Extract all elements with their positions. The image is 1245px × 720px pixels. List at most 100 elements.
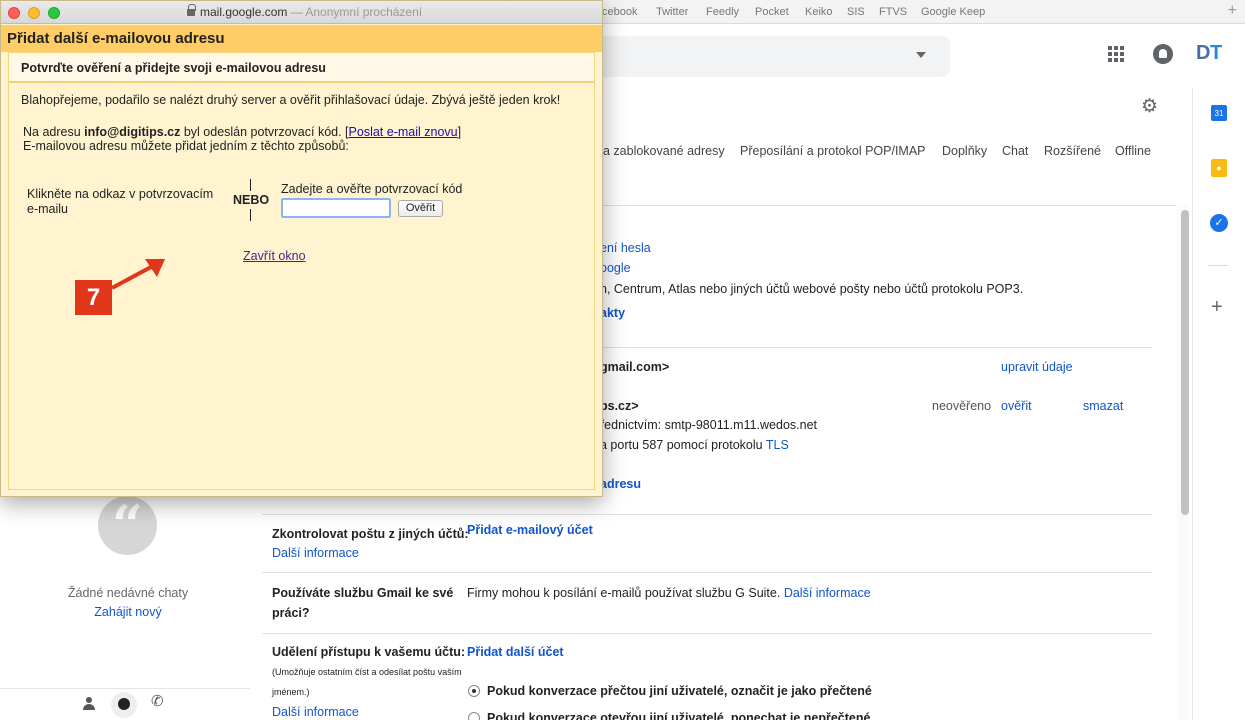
bookmark-ftvs[interactable]: FTVS	[879, 6, 907, 18]
verify-button[interactable]: Ověřit	[398, 200, 443, 217]
step-number-badge: 7	[75, 280, 112, 315]
avatar-initial-d: D	[1196, 42, 1210, 64]
tab-filters-blocked[interactable]: a zablokované adresy	[603, 144, 725, 158]
add-address-link[interactable]: adresu	[600, 477, 641, 491]
tasks-check-icon[interactable]: ✓	[1210, 214, 1228, 232]
bookmark-twitter[interactable]: Twitter	[656, 6, 688, 18]
popup-subheading: Potvrďte ověření a přidejte svoji e-mail…	[21, 61, 326, 75]
sent-email-address: info@digitips.cz	[84, 125, 181, 139]
hangouts-quote-icon	[98, 496, 157, 555]
port-info: a portu 587 pomocí protokolu TLS	[600, 438, 789, 452]
phone-icon[interactable]: ✆	[151, 694, 164, 710]
bookmark-feedly[interactable]: Feedly	[706, 6, 739, 18]
search-input[interactable]	[600, 36, 950, 77]
add-email-popup-window: mail.google.com — Anonymní procházení Př…	[0, 0, 603, 497]
tab-forwarding-pop-imap[interactable]: Přeposílání a protokol POP/IMAP	[740, 144, 926, 158]
methods-text: E-mailovou adresu můžete přidat jedním z…	[23, 139, 349, 153]
hangouts-icon[interactable]	[111, 692, 137, 718]
code-sent-prefix: Na adresu	[23, 125, 85, 139]
annotation-arrow-icon	[111, 259, 165, 290]
radio-keep-unread-label: Pokud konverzace otevřou jiní uživatelé,…	[487, 711, 871, 720]
minimize-window-button[interactable]	[28, 7, 40, 19]
tls-link[interactable]: TLS	[766, 438, 789, 452]
tab-chat[interactable]: Chat	[1002, 144, 1028, 158]
click-link-option-cont: e-mailu	[27, 202, 68, 216]
google-account-link[interactable]: oogle	[600, 261, 631, 275]
bookmarks-bar: cebook Twitter Feedly Pocket Keiko SIS F…	[600, 0, 1245, 24]
primary-address: gmail.com>	[600, 360, 670, 374]
account-avatar[interactable]: DT	[1196, 42, 1222, 65]
section-divider	[262, 514, 1152, 515]
search-options-chevron-down-icon[interactable]	[916, 52, 926, 58]
bookmark-sis[interactable]: SIS	[847, 6, 865, 18]
new-tab-plus-icon[interactable]: +	[1228, 2, 1237, 20]
add-another-account-link[interactable]: Přidat další účet	[467, 645, 564, 659]
enter-code-label: Zadejte a ověřte potvrzovací kód	[281, 182, 463, 196]
calendar-icon[interactable]: 31	[1211, 105, 1227, 121]
google-apps-grid-icon[interactable]	[1108, 46, 1125, 63]
import-contacts-link[interactable]: akty	[600, 306, 625, 320]
gsuite-text-body: Firmy mohou k posílání e-mailů používat …	[467, 586, 784, 600]
incognito-label: — Anonymní procházení	[287, 5, 423, 19]
close-window-button[interactable]	[8, 7, 20, 19]
close-window-link[interactable]: Zavřít okno	[243, 249, 306, 263]
contacts-person-icon[interactable]	[82, 697, 96, 711]
code-sent-message: Na adresu info@digitips.cz byl odeslán p…	[23, 125, 461, 139]
gsuite-more-info-link[interactable]: Další informace	[784, 586, 871, 600]
or-divider-line-bottom	[250, 209, 251, 221]
congrats-message: Blahopřejeme, podařilo se nalézt druhý s…	[21, 93, 561, 107]
radio-keep-unread[interactable]	[468, 712, 480, 720]
window-url: mail.google.com — Anonymní procházení	[200, 5, 422, 19]
tab-offline[interactable]: Offline	[1115, 144, 1151, 158]
lock-icon	[187, 4, 196, 16]
or-divider: NEBO	[233, 193, 270, 207]
bookmark-keiko[interactable]: Keiko	[805, 6, 833, 18]
gsuite-label-cont: práci?	[272, 606, 310, 620]
verification-code-input[interactable]	[281, 198, 391, 218]
import-description: n, Centrum, Atlas nebo jiných účtů webov…	[600, 282, 1024, 296]
edit-info-link[interactable]: upravit údaje	[1001, 360, 1073, 374]
verify-link[interactable]: ověřit	[1001, 399, 1032, 413]
grant-access-label: Udělení přístupu k vašemu účtu:	[272, 645, 466, 659]
smtp-info: řednictvím: smtp-98011.m11.wedos.net	[600, 418, 817, 432]
change-password-link[interactable]: ení hesla	[600, 241, 651, 255]
bracket-close: ]	[457, 125, 462, 139]
popup-title: Přidat další e-mailovou adresu	[7, 30, 225, 47]
delete-link[interactable]: smazat	[1083, 399, 1123, 413]
secondary-address: ps.cz>	[600, 399, 639, 413]
rail-divider	[1208, 265, 1228, 266]
zoom-window-button[interactable]	[48, 7, 60, 19]
add-mail-account-link[interactable]: Přidat e-mailový účet	[467, 523, 593, 537]
radio-mark-read[interactable]	[468, 685, 480, 697]
grant-access-note: (Umožňuje ostatním číst a odesílat poštu…	[272, 667, 462, 677]
port-info-text: a portu 587 pomocí protokolu	[600, 438, 766, 452]
grant-access-note-cont: jménem.)	[272, 687, 310, 697]
chat-empty-text: Žádné nedávné chaty	[67, 586, 189, 600]
radio-mark-read-label: Pokud konverzace přečtou jiní uživatelé,…	[487, 684, 872, 698]
tab-advanced[interactable]: Rozšířené	[1044, 144, 1101, 158]
keep-lightbulb-icon[interactable]: ●	[1211, 159, 1227, 177]
scrollbar-thumb[interactable]	[1181, 210, 1189, 515]
side-panel-rail	[1192, 88, 1245, 720]
bookmark-pocket[interactable]: Pocket	[755, 6, 789, 18]
grant-more-info-link[interactable]: Další informace	[272, 705, 359, 719]
popup-body: Potvrďte ověření a přidejte svoji e-mail…	[8, 52, 595, 490]
check-mail-label: Zkontrolovat poštu z jiných účtů:	[272, 527, 469, 541]
bookmark-google-keep[interactable]: Google Keep	[921, 6, 985, 18]
add-addon-plus-icon[interactable]: +	[1211, 297, 1223, 317]
window-titlebar: mail.google.com — Anonymní procházení	[1, 1, 602, 24]
tab-addons[interactable]: Doplňky	[942, 144, 987, 158]
notifications-bell-icon[interactable]	[1153, 44, 1173, 64]
settings-gear-icon[interactable]: ⚙	[1141, 97, 1158, 117]
bookmark-facebook[interactable]: cebook	[602, 6, 637, 18]
popup-subheading-bar: Potvrďte ověření a přidejte svoji e-mail…	[9, 53, 594, 83]
resend-email-link[interactable]: Poslat e-mail znovu	[349, 125, 458, 139]
start-new-chat-link[interactable]: Zahájit nový	[0, 605, 256, 619]
section-divider	[262, 633, 1152, 634]
click-link-option: Klikněte na odkaz v potvrzovacím	[27, 187, 214, 201]
more-info-link[interactable]: Další informace	[272, 546, 359, 560]
url-domain: mail.google.com	[200, 5, 288, 19]
gsuite-label: Používáte službu Gmail ke své	[272, 586, 454, 600]
code-sent-suffix: byl odeslán potvrzovací kód. [	[180, 125, 349, 139]
section-divider	[600, 347, 1152, 348]
